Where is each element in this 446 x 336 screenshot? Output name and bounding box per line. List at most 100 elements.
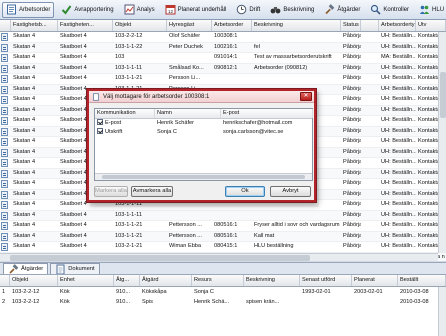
table-cell: 090812:1 <box>214 64 238 71</box>
column-header[interactable]: Objekt <box>10 275 58 286</box>
ok-button[interactable]: Ok <box>225 186 265 197</box>
toolbar-button-planerat-underh-ll[interactable]: 12 Planerat underhåll <box>162 2 230 18</box>
toolbar-button-analys[interactable]: Analys <box>121 2 158 18</box>
toolbar-button--tg-rder[interactable]: Åtgärder <box>321 2 363 18</box>
table-cell: Olof Schäfer <box>169 33 201 39</box>
toolbar-button-beskrivning[interactable]: Beskrivning <box>267 2 317 18</box>
recipient-list-scrollbar[interactable] <box>95 173 312 180</box>
column-header-namn[interactable]: Namn <box>155 109 221 118</box>
dialog-titlebar: Välj mottagare för arbetsorder 100308:1 … <box>89 91 314 103</box>
table-row[interactable]: Skatan 4 Skatboet 4 103-1-1-21 Persson Li..… <box>0 74 446 85</box>
column-header[interactable]: Beskrivning <box>244 275 300 286</box>
toolbar-button-label: HLU <box>432 6 445 13</box>
unmark-all-button[interactable]: Avmarkera alla <box>131 186 173 197</box>
table-cell: Persson Li... <box>169 75 201 81</box>
table-row[interactable]: 1 103-2-2-12 Kök 910... Kökskåpa Sonja C 1993-… <box>0 287 446 297</box>
grid-horizontal-scrollbar[interactable] <box>0 253 438 261</box>
column-header[interactable]: Fastigheten... <box>58 20 113 31</box>
table-row[interactable]: Skatan 4 Skatboet 4 103-1-1-22 Peter Duchek… <box>0 42 446 53</box>
actions-grid-scrollbar[interactable] <box>438 287 446 336</box>
table-row[interactable]: Skatan 4 Skatboet 4 103-2-2-12 Olof Schäfer… <box>0 32 446 43</box>
column-header[interactable]: Status <box>341 20 361 31</box>
table-row[interactable]: Skatan 4 Skatboet 4 103-1-1-21 Pettersson .… <box>0 221 446 232</box>
recipient-checkbox[interactable] <box>97 128 103 134</box>
table-cell: Påbörjad <box>343 222 361 228</box>
table-cell: Skatboet 4 <box>60 211 87 218</box>
table-row[interactable]: Skatan 4 Skatboet 4 103-1-1-11 Påbörjad UH: … <box>0 210 446 221</box>
row-icon-cell <box>0 106 11 116</box>
recipient-row[interactable]: E-post Henrik Schäfer henrikschafer@hotmai… <box>95 119 312 128</box>
table-cell <box>252 74 341 84</box>
toolbar-button-arbetsorder[interactable]: Arbetsorder <box>2 1 55 18</box>
tab-dokument[interactable]: Dokument <box>50 263 100 274</box>
column-header[interactable]: Planerat <box>352 275 398 286</box>
tab-atgarder[interactable]: Åtgärder <box>3 263 49 274</box>
column-header[interactable]: Beskrivning <box>252 20 341 31</box>
row-icon-cell <box>0 43 11 53</box>
table-cell: 091014:1 <box>214 54 238 60</box>
column-header[interactable]: Arbetsordertyp <box>379 20 416 31</box>
table-cell: UH: Beställn... <box>381 117 416 123</box>
column-header[interactable]: Hyresgäst <box>167 20 212 31</box>
table-cell <box>361 137 379 147</box>
table-cell: Sonja C <box>194 289 214 295</box>
row-icon-cell <box>0 232 11 242</box>
column-header[interactable]: Fastighetsb... <box>11 20 58 31</box>
grid-vertical-scrollbar[interactable] <box>438 32 446 253</box>
column-header[interactable] <box>361 20 379 31</box>
table-row[interactable]: Skatan 4 Skatboet 4 103-2-1-21 Wiman Ebba 08… <box>0 242 446 253</box>
table-cell <box>167 211 212 221</box>
row-icon-cell <box>0 53 11 63</box>
work-order-icon <box>1 117 8 125</box>
column-header-kommunikation[interactable]: Kommunikation <box>95 109 155 118</box>
table-cell <box>252 32 341 42</box>
column-header-epost[interactable]: E-post <box>221 109 313 118</box>
people-icon <box>419 4 430 15</box>
cancel-button[interactable]: Avbryt <box>270 186 311 197</box>
table-cell: Påbörjad <box>343 190 361 197</box>
column-header[interactable]: Resurs <box>192 275 244 286</box>
column-header[interactable]: Utv <box>416 20 446 31</box>
toolbar-button-kontroller[interactable]: Kontroller <box>367 2 412 18</box>
toolbar-button-drift[interactable]: Drift <box>233 2 263 18</box>
table-cell: UH: Beställn... <box>381 43 416 50</box>
mark-all-button[interactable]: Markera alla <box>94 186 128 197</box>
work-order-icon <box>1 201 8 209</box>
toolbar-button-hlu[interactable]: HLU <box>416 2 446 18</box>
toolbar-button-avrapportering[interactable]: Avrapportering <box>58 2 116 18</box>
table-cell: 103-1-1-22 <box>115 43 143 50</box>
table-cell <box>361 179 379 189</box>
column-header[interactable] <box>0 275 10 286</box>
column-header[interactable]: Åtg... <box>114 275 140 286</box>
table-cell: MA: Beställn... <box>381 54 416 60</box>
column-header[interactable]: Åtgärd <box>140 275 192 286</box>
table-cell: 103-2-2-12 <box>115 33 143 39</box>
table-cell: Påbörjad <box>343 43 361 50</box>
table-cell: 2 <box>2 299 6 305</box>
recipient-row[interactable]: Utskrift Sonja C sonja.carlsson@vitec.se <box>95 128 312 137</box>
column-header[interactable]: Arbetsorder <box>212 20 252 31</box>
table-cell: Påbörjad <box>343 169 361 176</box>
column-header[interactable]: Beställt <box>398 275 446 286</box>
table-cell: Skatan 4 <box>13 169 36 176</box>
table-row[interactable]: Skatan 4 Skatboet 4 103-1-1-11 Smålsad Ko..… <box>0 63 446 74</box>
column-header[interactable]: Enhet <box>58 275 114 286</box>
column-header[interactable]: Senast utförd <box>300 275 352 286</box>
recipient-checkbox[interactable] <box>97 119 103 125</box>
binoculars-icon <box>270 4 281 15</box>
table-cell: 103 <box>115 54 125 60</box>
table-cell: Skatan 4 <box>13 211 36 218</box>
table-cell: Påbörjad <box>343 127 361 134</box>
table-row[interactable]: Skatan 4 Skatboet 4 103-1-1-21 Pettersson .… <box>0 231 446 242</box>
table-cell <box>361 200 379 210</box>
table-row[interactable]: 2 103-2-2-12 Kök 910... Spis Henrik Schä... sp… <box>0 297 446 307</box>
work-order-icon <box>1 138 8 146</box>
recipient-email: sonja.carlsson@vitec.se <box>223 129 284 135</box>
column-header[interactable]: Objekt <box>113 20 167 31</box>
column-header[interactable] <box>0 20 11 31</box>
table-cell: 100216:1 <box>214 43 238 50</box>
table-cell: Påbörjad <box>343 159 361 165</box>
table-cell <box>300 297 352 307</box>
table-row[interactable]: Skatan 4 Skatboet 4 103 091014:1 Test av mas… <box>0 53 446 64</box>
close-icon[interactable]: ✕ <box>300 92 312 101</box>
